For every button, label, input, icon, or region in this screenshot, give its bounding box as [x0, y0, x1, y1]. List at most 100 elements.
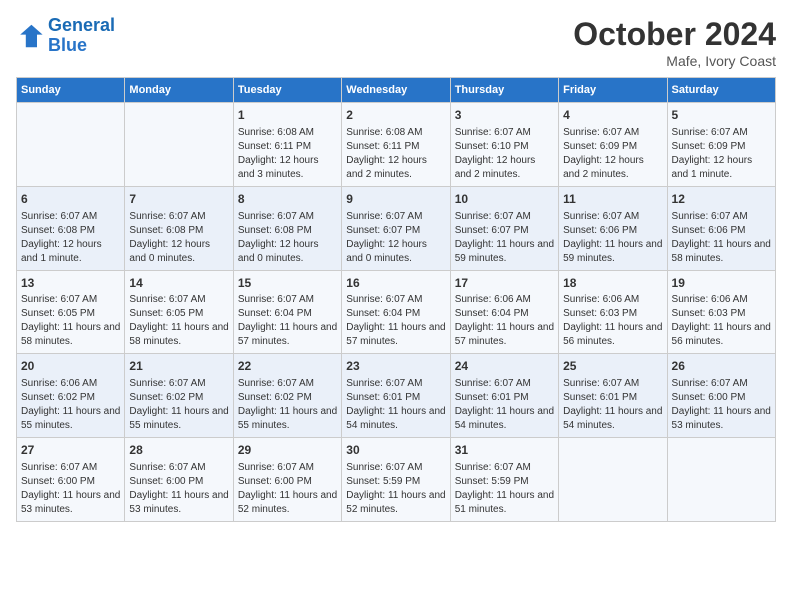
calendar-cell [559, 438, 667, 522]
weekday-header: Friday [559, 78, 667, 103]
title-area: October 2024 Mafe, Ivory Coast [573, 16, 776, 69]
calendar-cell: 2Sunrise: 6:08 AMSunset: 6:11 PMDaylight… [342, 103, 450, 187]
day-info: Sunset: 6:11 PM [238, 140, 337, 154]
day-info: Sunset: 6:09 PM [672, 140, 771, 154]
calendar-cell: 7Sunrise: 6:07 AMSunset: 6:08 PMDaylight… [125, 186, 233, 270]
month-title: October 2024 [573, 16, 776, 53]
logo-text: General Blue [48, 16, 115, 56]
calendar-cell: 5Sunrise: 6:07 AMSunset: 6:09 PMDaylight… [667, 103, 775, 187]
location-title: Mafe, Ivory Coast [573, 53, 776, 69]
day-info: Daylight: 12 hours and 0 minutes. [346, 238, 445, 266]
calendar-cell: 25Sunrise: 6:07 AMSunset: 6:01 PMDayligh… [559, 354, 667, 438]
calendar-week-row: 6Sunrise: 6:07 AMSunset: 6:08 PMDaylight… [17, 186, 776, 270]
day-info: Daylight: 11 hours and 59 minutes. [563, 238, 662, 266]
calendar-week-row: 20Sunrise: 6:06 AMSunset: 6:02 PMDayligh… [17, 354, 776, 438]
day-info: Sunset: 6:06 PM [672, 224, 771, 238]
weekday-header: Thursday [450, 78, 558, 103]
day-info: Sunrise: 6:07 AM [455, 461, 554, 475]
calendar-cell [667, 438, 775, 522]
day-info: Daylight: 12 hours and 2 minutes. [346, 154, 445, 182]
day-info: Sunrise: 6:07 AM [129, 461, 228, 475]
day-number: 5 [672, 107, 771, 124]
day-number: 4 [563, 107, 662, 124]
logo: General Blue [16, 16, 115, 56]
day-info: Sunset: 6:05 PM [129, 307, 228, 321]
day-info: Sunset: 6:04 PM [455, 307, 554, 321]
day-info: Daylight: 11 hours and 57 minutes. [346, 321, 445, 349]
calendar-cell: 31Sunrise: 6:07 AMSunset: 5:59 PMDayligh… [450, 438, 558, 522]
day-number: 12 [672, 191, 771, 208]
calendar-week-row: 13Sunrise: 6:07 AMSunset: 6:05 PMDayligh… [17, 270, 776, 354]
day-number: 29 [238, 442, 337, 459]
weekday-row: SundayMondayTuesdayWednesdayThursdayFrid… [17, 78, 776, 103]
day-info: Sunrise: 6:07 AM [563, 210, 662, 224]
day-info: Daylight: 12 hours and 2 minutes. [563, 154, 662, 182]
day-number: 1 [238, 107, 337, 124]
day-info: Daylight: 11 hours and 51 minutes. [455, 489, 554, 517]
day-number: 15 [238, 275, 337, 292]
day-info: Sunrise: 6:07 AM [238, 377, 337, 391]
day-info: Sunrise: 6:07 AM [346, 293, 445, 307]
day-info: Sunset: 6:04 PM [238, 307, 337, 321]
day-info: Sunrise: 6:08 AM [238, 126, 337, 140]
day-number: 28 [129, 442, 228, 459]
calendar-cell: 4Sunrise: 6:07 AMSunset: 6:09 PMDaylight… [559, 103, 667, 187]
day-info: Sunrise: 6:07 AM [129, 210, 228, 224]
day-info: Daylight: 12 hours and 1 minute. [21, 238, 120, 266]
day-info: Sunset: 6:04 PM [346, 307, 445, 321]
calendar-cell: 15Sunrise: 6:07 AMSunset: 6:04 PMDayligh… [233, 270, 341, 354]
calendar-cell [125, 103, 233, 187]
day-info: Sunset: 6:00 PM [129, 475, 228, 489]
day-info: Sunset: 6:11 PM [346, 140, 445, 154]
day-info: Daylight: 11 hours and 59 minutes. [455, 238, 554, 266]
weekday-header: Monday [125, 78, 233, 103]
day-info: Daylight: 11 hours and 54 minutes. [563, 405, 662, 433]
calendar-cell [17, 103, 125, 187]
day-info: Sunrise: 6:06 AM [563, 293, 662, 307]
day-info: Daylight: 11 hours and 52 minutes. [238, 489, 337, 517]
day-number: 25 [563, 358, 662, 375]
day-info: Sunset: 6:07 PM [455, 224, 554, 238]
day-info: Sunset: 6:06 PM [563, 224, 662, 238]
day-info: Sunset: 6:01 PM [455, 391, 554, 405]
calendar-cell: 30Sunrise: 6:07 AMSunset: 5:59 PMDayligh… [342, 438, 450, 522]
calendar-cell: 8Sunrise: 6:07 AMSunset: 6:08 PMDaylight… [233, 186, 341, 270]
weekday-header: Wednesday [342, 78, 450, 103]
day-number: 24 [455, 358, 554, 375]
day-number: 22 [238, 358, 337, 375]
day-info: Sunrise: 6:07 AM [672, 377, 771, 391]
calendar-cell: 12Sunrise: 6:07 AMSunset: 6:06 PMDayligh… [667, 186, 775, 270]
calendar-cell: 11Sunrise: 6:07 AMSunset: 6:06 PMDayligh… [559, 186, 667, 270]
calendar-cell: 20Sunrise: 6:06 AMSunset: 6:02 PMDayligh… [17, 354, 125, 438]
day-number: 23 [346, 358, 445, 375]
calendar-cell: 3Sunrise: 6:07 AMSunset: 6:10 PMDaylight… [450, 103, 558, 187]
day-info: Daylight: 11 hours and 54 minutes. [455, 405, 554, 433]
day-info: Daylight: 12 hours and 0 minutes. [238, 238, 337, 266]
day-info: Sunrise: 6:07 AM [129, 293, 228, 307]
day-info: Sunrise: 6:06 AM [455, 293, 554, 307]
day-info: Sunset: 6:02 PM [238, 391, 337, 405]
day-info: Daylight: 11 hours and 53 minutes. [129, 489, 228, 517]
day-number: 20 [21, 358, 120, 375]
calendar-cell: 24Sunrise: 6:07 AMSunset: 6:01 PMDayligh… [450, 354, 558, 438]
weekday-header: Tuesday [233, 78, 341, 103]
day-info: Sunset: 6:01 PM [346, 391, 445, 405]
day-info: Sunset: 6:08 PM [21, 224, 120, 238]
day-info: Sunset: 6:05 PM [21, 307, 120, 321]
calendar-week-row: 27Sunrise: 6:07 AMSunset: 6:00 PMDayligh… [17, 438, 776, 522]
day-number: 9 [346, 191, 445, 208]
calendar-cell: 26Sunrise: 6:07 AMSunset: 6:00 PMDayligh… [667, 354, 775, 438]
calendar-body: 1Sunrise: 6:08 AMSunset: 6:11 PMDaylight… [17, 103, 776, 522]
day-info: Daylight: 12 hours and 2 minutes. [455, 154, 554, 182]
calendar-cell: 6Sunrise: 6:07 AMSunset: 6:08 PMDaylight… [17, 186, 125, 270]
weekday-header: Sunday [17, 78, 125, 103]
day-info: Sunset: 6:02 PM [129, 391, 228, 405]
day-info: Daylight: 11 hours and 55 minutes. [238, 405, 337, 433]
day-number: 31 [455, 442, 554, 459]
day-info: Sunrise: 6:07 AM [563, 377, 662, 391]
day-info: Sunrise: 6:07 AM [238, 293, 337, 307]
day-info: Sunrise: 6:07 AM [672, 126, 771, 140]
day-info: Sunset: 6:03 PM [563, 307, 662, 321]
day-info: Daylight: 11 hours and 53 minutes. [21, 489, 120, 517]
calendar-cell: 18Sunrise: 6:06 AMSunset: 6:03 PMDayligh… [559, 270, 667, 354]
